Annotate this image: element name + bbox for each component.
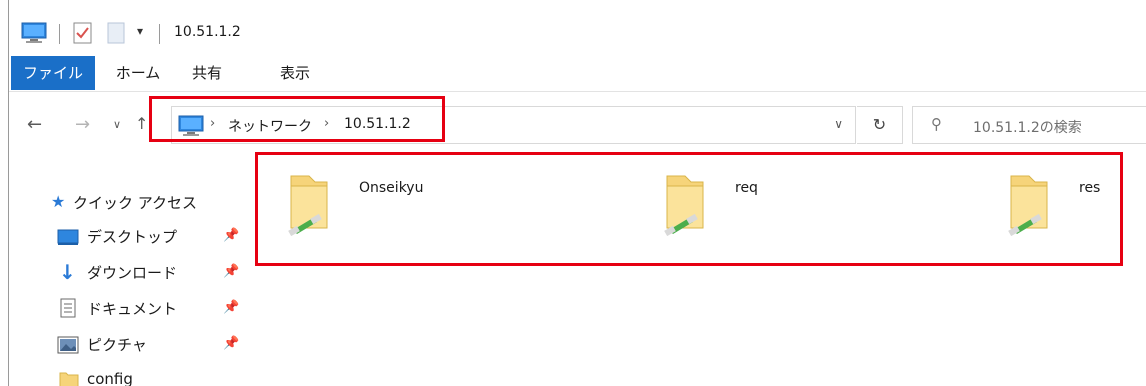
breadcrumb-network[interactable]: ネットワーク <box>228 116 312 136</box>
separator <box>159 24 160 44</box>
desktop-icon <box>57 228 79 250</box>
forward-icon[interactable]: → <box>75 114 90 135</box>
back-icon[interactable]: ← <box>27 114 42 135</box>
sidebar-item-label: config <box>87 370 133 386</box>
search-icon: ⚲ <box>931 115 942 133</box>
properties-icon[interactable] <box>73 22 93 48</box>
sidebar-item-config[interactable]: config <box>9 364 247 386</box>
sidebar-item-label: ドキュメント <box>87 300 178 318</box>
sidebar-item-pictures[interactable]: ピクチャ 📌 <box>9 328 247 362</box>
list-item[interactable]: req <box>643 166 973 256</box>
chevron-right-icon[interactable]: › <box>210 116 215 131</box>
ribbon-tabs: ファイル ホーム 共有 表示 <box>9 56 1146 92</box>
refresh-icon: ↻ <box>872 115 887 134</box>
network-share-folder-icon <box>663 172 717 240</box>
tab-share[interactable]: 共有 <box>185 56 229 90</box>
sidebar-item-label: ダウンロード <box>87 264 178 282</box>
window-title: 10.51.1.2 <box>174 24 241 40</box>
separator <box>59 24 60 44</box>
tab-file[interactable]: ファイル <box>11 56 95 90</box>
folder-name: res <box>1079 180 1101 196</box>
new-folder-icon[interactable] <box>107 22 125 48</box>
sidebar-item-downloads[interactable]: ↓ ダウンロード 📌 <box>9 256 247 290</box>
sidebar-item-label: デスクトップ <box>87 228 178 246</box>
pin-icon[interactable]: 📌 <box>223 228 239 243</box>
computer-icon <box>21 22 47 48</box>
star-icon: ★ <box>51 192 66 211</box>
navigation-bar: ← → ∨ ↑ › ネットワーク › 10.51.1.2 ∨ ↻ ⚲ 10.51… <box>9 96 1146 154</box>
search-input[interactable]: ⚲ 10.51.1.2の検索 <box>912 106 1146 144</box>
search-placeholder: 10.51.1.2の検索 <box>973 120 1082 136</box>
sidebar-item-label: クイック アクセス <box>73 194 198 212</box>
refresh-button[interactable]: ↻ <box>857 106 903 144</box>
sidebar-item-quick-access[interactable]: ★ クイック アクセス <box>9 186 247 220</box>
chevron-right-icon[interactable]: › <box>324 116 329 131</box>
customize-quick-access-icon[interactable]: ▾ <box>137 24 143 38</box>
chevron-down-icon[interactable]: ∨ <box>834 117 843 131</box>
sidebar-item-desktop[interactable]: デスクトップ 📌 <box>9 220 247 254</box>
tab-home[interactable]: ホーム <box>107 56 169 90</box>
recent-locations-icon[interactable]: ∨ <box>113 118 121 131</box>
pin-icon[interactable]: 📌 <box>223 300 239 315</box>
download-icon: ↓ <box>59 260 76 284</box>
folder-name: Onseikyu <box>359 180 424 196</box>
file-list: Onseikyu req res <box>247 160 1146 386</box>
sidebar-item-label: ピクチャ <box>87 336 147 354</box>
computer-icon <box>178 115 204 141</box>
picture-icon <box>57 336 79 358</box>
up-icon[interactable]: ↑ <box>135 114 148 133</box>
folder-icon <box>59 370 79 386</box>
list-item[interactable]: res <box>987 166 1137 256</box>
list-item[interactable]: Onseikyu <box>267 166 597 256</box>
sidebar-item-documents[interactable]: ドキュメント 📌 <box>9 292 247 326</box>
explorer-window: ▾ 10.51.1.2 ファイル ホーム 共有 表示 ← → ∨ ↑ › ネット… <box>8 0 1146 386</box>
tab-view[interactable]: 表示 <box>273 56 317 90</box>
navigation-pane: ★ クイック アクセス デスクトップ 📌 ↓ ダウンロード 📌 ドキュメント 📌 <box>9 160 247 386</box>
breadcrumb-host[interactable]: 10.51.1.2 <box>344 116 411 132</box>
title-bar: ▾ 10.51.1.2 <box>9 0 1146 54</box>
address-bar[interactable]: › ネットワーク › 10.51.1.2 ∨ <box>171 106 856 144</box>
pin-icon[interactable]: 📌 <box>223 264 239 279</box>
network-share-folder-icon <box>1007 172 1061 240</box>
folder-name: req <box>735 180 758 196</box>
network-share-folder-icon <box>287 172 341 240</box>
pin-icon[interactable]: 📌 <box>223 336 239 351</box>
document-icon <box>60 298 76 322</box>
